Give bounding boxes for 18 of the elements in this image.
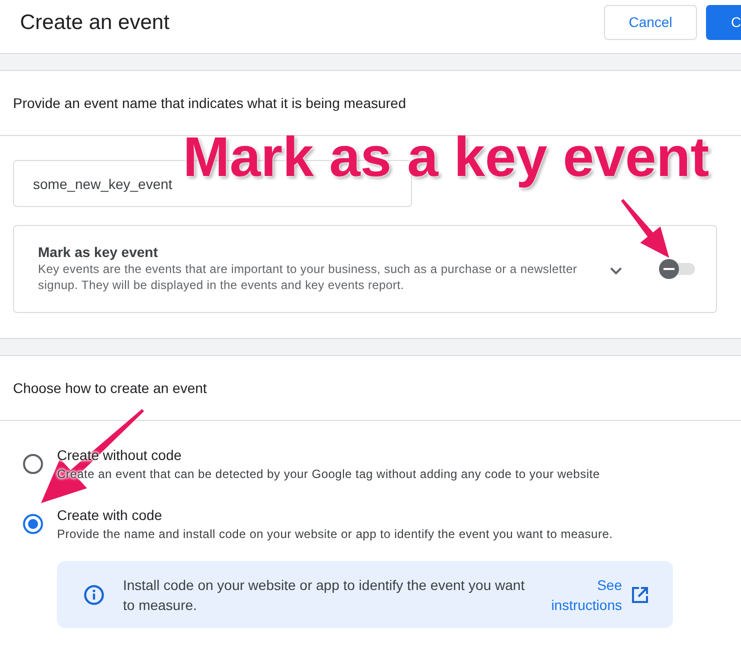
cancel-button[interactable]: Cancel	[604, 5, 697, 40]
pointer-arrow	[620, 199, 670, 258]
key-event-description: Key events are the events that are important to your business, such as a purchase or a newsletter signup. They will be displayed in the events and key events report.	[38, 261, 578, 293]
section-heading: Provide an event name that indicates what it is being measured	[0, 71, 741, 136]
radio-button[interactable]	[23, 454, 43, 474]
key-event-title: Mark as key event	[38, 243, 159, 261]
instructions-link[interactable]: See instructions	[542, 574, 622, 614]
option-description: Provide the name and install code on your website or app to identify the event you want to measure.	[57, 526, 613, 542]
radio-button[interactable]	[23, 514, 43, 534]
external-link-icon[interactable]	[632, 586, 648, 602]
page-title: Create an event	[20, 10, 170, 36]
create-button[interactable]: C	[706, 5, 741, 40]
chevron-down-icon[interactable]	[610, 267, 622, 275]
section-heading: Choose how to create an event	[0, 356, 741, 421]
info-text: Install code on your website or app to identify the event you want to measure.	[123, 576, 526, 614]
toggle-switch[interactable]	[659, 259, 697, 279]
info-icon	[84, 584, 104, 604]
option-title: Create with code	[57, 506, 164, 524]
